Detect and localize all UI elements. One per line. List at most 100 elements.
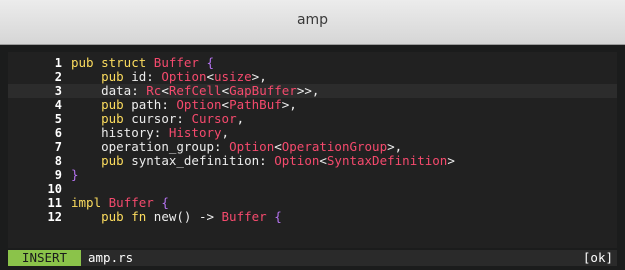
line-number: 1	[8, 56, 62, 70]
line-number-text: 8	[54, 154, 62, 168]
line-number-text: 2	[54, 70, 62, 84]
status-bar: INSERT amp.rs [ok]	[8, 250, 617, 266]
code-token-type: Rc	[146, 83, 162, 98]
code-token-type: Buffer	[221, 209, 267, 224]
code-token-brace: }	[71, 167, 79, 182]
code-token-type: Option	[176, 97, 222, 112]
code-line-current[interactable]: 3 data: Rc<RefCell<GapBuffer>>,	[8, 84, 617, 98]
code-token-punct: ,	[221, 125, 230, 140]
code-text: pub cursor: Cursor,	[71, 112, 244, 126]
editor-window: amp 1 pub struct Buffer {2 pub id: Option…	[0, 0, 625, 270]
line-number-text: 12	[47, 210, 62, 224]
line-number-text: 4	[54, 98, 62, 112]
code-line[interactable]: 10	[8, 182, 617, 196]
title-bar[interactable]: amp	[0, 0, 625, 45]
code-token-brace: {	[274, 209, 282, 224]
code-line[interactable]: 9}	[8, 168, 617, 183]
code-line[interactable]: 7 operation_group: Option<OperationGroup…	[8, 140, 617, 155]
code-token-ident: id	[131, 69, 147, 84]
code-token-keyword: pub struct	[71, 55, 154, 70]
status-filename: amp.rs	[88, 250, 134, 265]
line-number-text: 1	[54, 56, 62, 70]
code-token-punct: () ->	[176, 209, 222, 224]
code-line[interactable]: 6 history: History,	[8, 126, 617, 141]
mode-indicator: INSERT	[8, 250, 81, 266]
line-number: 8	[8, 154, 62, 168]
code-token-brace: {	[206, 55, 215, 70]
line-number: 4	[8, 98, 62, 112]
code-token-punct: :	[259, 153, 275, 168]
code-line[interactable]: 1 pub struct Buffer {	[8, 56, 617, 71]
code-text: pub syntax_definition: Option<SyntaxDefi…	[71, 154, 455, 168]
code-token-punct: >	[447, 153, 455, 168]
code-token-keyword: pub	[101, 111, 132, 126]
code-token-type: RefCell	[168, 83, 222, 98]
code-text: pub id: Option<usize>,	[71, 70, 267, 84]
code-token-keyword: pub	[101, 97, 132, 112]
line-number: 2	[8, 70, 62, 84]
code-editor[interactable]: 1 pub struct Buffer {2 pub id: Option<usi…	[8, 52, 617, 248]
code-token-ident: operation_group	[101, 139, 214, 154]
code-token-keyword: impl	[71, 195, 109, 210]
code-token-punct: :	[214, 139, 230, 154]
code-line[interactable]: 12 pub fn new() -> Buffer {	[8, 210, 617, 225]
line-number-text: 10	[47, 182, 62, 196]
code-text: pub path: Option<PathBuf>,	[71, 98, 297, 112]
code-line[interactable]: 8 pub syntax_definition: Option<SyntaxDe…	[8, 154, 617, 169]
code-token-keyword: pub	[101, 69, 132, 84]
line-number: 7	[8, 140, 62, 154]
code-token-ident: history	[101, 125, 154, 140]
line-number: 6	[8, 126, 62, 140]
code-line[interactable]: 5 pub cursor: Cursor,	[8, 112, 617, 127]
line-number: 3	[8, 84, 62, 98]
code-token-punct: :	[161, 97, 177, 112]
code-token-punct: <	[161, 83, 169, 98]
code-token-punct: :	[146, 69, 162, 84]
code-token-type: Buffer	[153, 55, 199, 70]
line-number: 9	[8, 168, 62, 182]
code-token-ident: cursor	[131, 111, 177, 126]
code-token-punct: <	[274, 139, 282, 154]
code-text: }	[71, 168, 79, 182]
code-token-type: Cursor	[191, 111, 237, 126]
line-number-text: 3	[54, 84, 62, 98]
code-token-ident: path	[131, 97, 162, 112]
code-token-punct: :	[131, 83, 147, 98]
line-number: 11	[8, 196, 62, 210]
code-line[interactable]: 4 pub path: Option<PathBuf>,	[8, 98, 617, 113]
code-token-type: OperationGroup	[281, 139, 388, 154]
code-text: operation_group: Option<OperationGroup>,	[71, 140, 402, 154]
code-token-type: SyntaxDefinition	[326, 153, 448, 168]
code-line[interactable]: 2 pub id: Option<usize>,	[8, 70, 617, 85]
code-token-brace: {	[161, 195, 169, 210]
code-token-keyword: pub	[101, 153, 132, 168]
code-token-ident: new	[153, 209, 177, 224]
code-line[interactable]: 11 impl Buffer {	[8, 195, 617, 211]
line-number-text: 6	[54, 126, 62, 140]
code-token-ident: syntax_definition	[131, 153, 260, 168]
code-token-type: usize	[214, 69, 252, 84]
code-token-punct: <	[319, 153, 327, 168]
code-token-type: Option	[161, 69, 207, 84]
code-token-punct: :	[176, 111, 192, 126]
code-text: data: Rc<RefCell<GapBuffer>>,	[71, 84, 319, 98]
line-number-text: 5	[54, 112, 62, 126]
window-title: amp	[296, 12, 329, 28]
code-token-punct: >,	[281, 97, 297, 112]
code-token-punct: :	[153, 125, 169, 140]
line-number-text: 7	[54, 140, 62, 154]
code-token-punct: >>,	[296, 83, 320, 98]
code-token-type: Buffer	[108, 195, 154, 210]
code-token-punct: <	[221, 83, 230, 98]
code-text: pub struct Buffer {	[71, 56, 214, 70]
code-token-punct: >,	[251, 69, 267, 84]
code-token-type: PathBuf	[229, 97, 282, 112]
code-text: history: History,	[71, 126, 229, 140]
code-text: pub fn new() -> Buffer {	[71, 210, 282, 224]
